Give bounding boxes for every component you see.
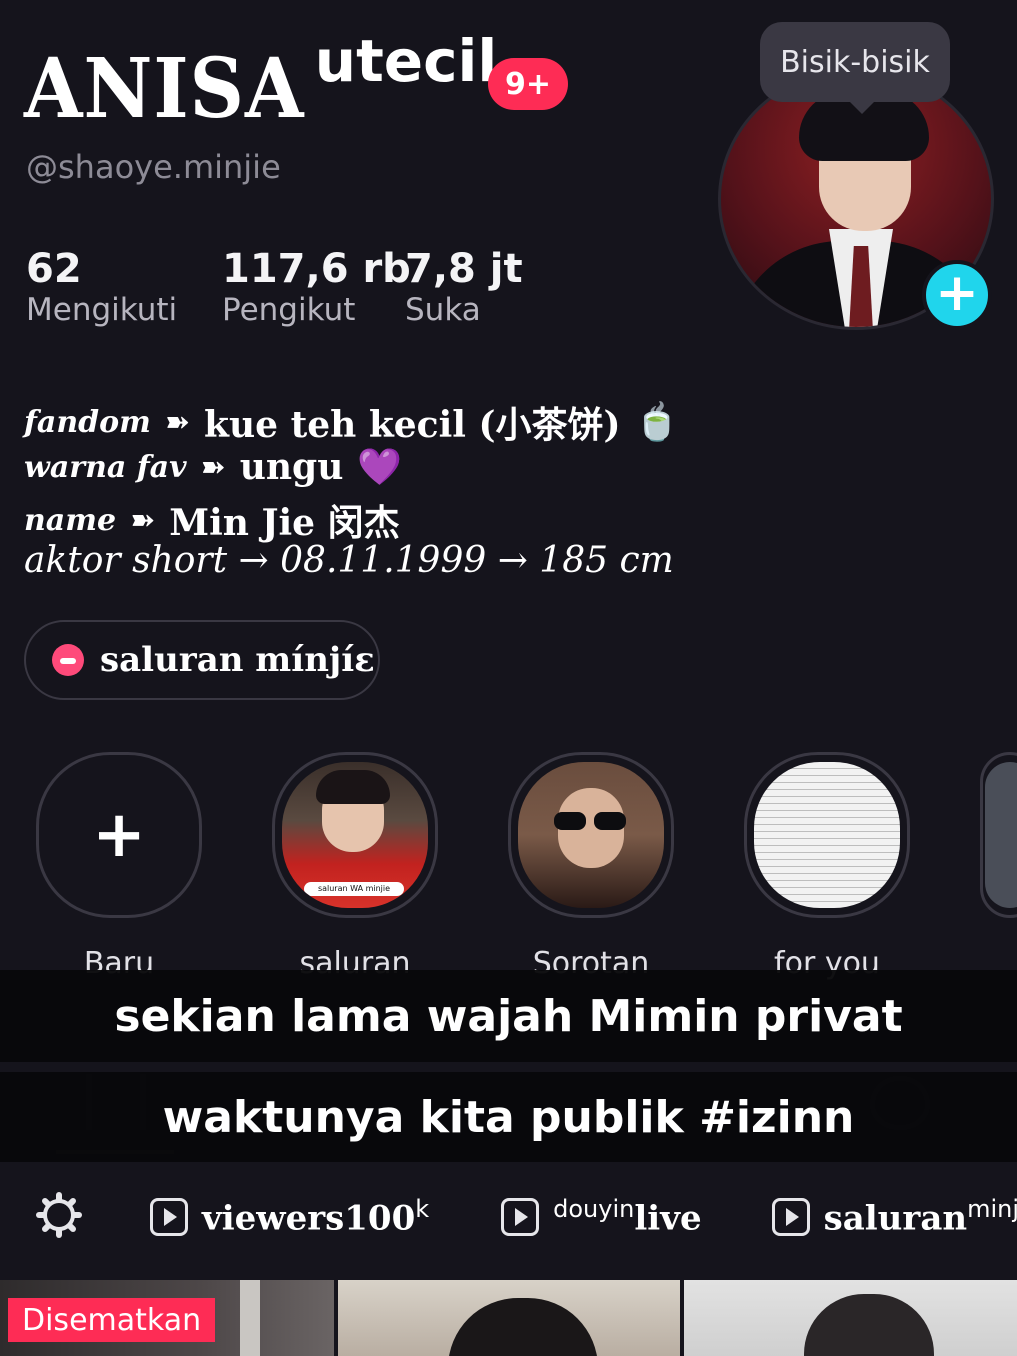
- highlight-new[interactable]: +: [36, 752, 202, 918]
- add-story-button[interactable]: +: [922, 260, 992, 330]
- stat-followers[interactable]: 117,6 rb Pengikut: [222, 246, 411, 328]
- playlist-viewers[interactable]: viewers100k: [150, 1195, 429, 1239]
- highlight-thumb: [754, 762, 900, 908]
- stat-likes-value: 7,8 jt: [405, 246, 523, 292]
- arrow-icon: ➽: [200, 449, 226, 485]
- highlight-saluran[interactable]: saluran WA minjie: [272, 752, 438, 918]
- channel-icon: [52, 644, 84, 676]
- playlist-name: saluran: [823, 1198, 968, 1239]
- arrow-icon: ➽: [164, 404, 191, 440]
- bio-line-fandom: fandom ➽ kue teh kecil (小茶饼) 🍵: [24, 396, 679, 448]
- profile-name: ANISA utecil: [24, 30, 497, 130]
- highlight-more[interactable]: [980, 752, 1017, 918]
- profile-handle: @shaoye.minjie: [26, 148, 281, 186]
- highlight-sorotan[interactable]: [508, 752, 674, 918]
- playlist-label: douyinlive: [553, 1195, 701, 1238]
- playlist-douyin[interactable]: douyinlive: [501, 1195, 702, 1239]
- profile-name-main: ANISA: [24, 41, 305, 137]
- subtitle-band-2: waktunya kita publik #izinn: [0, 1072, 1017, 1162]
- plus-icon: +: [92, 798, 146, 872]
- arrow-icon: ➽: [130, 502, 156, 538]
- channel-label: saluran mínjíε: [100, 640, 375, 680]
- bio-value: Min Jie 闵杰: [169, 502, 400, 544]
- play-icon: [150, 1197, 188, 1236]
- sunglasses-icon: [594, 812, 626, 830]
- thumb-frame: [240, 1280, 260, 1356]
- thumb-caption: saluran WA minjie: [304, 882, 404, 896]
- playlist-saluran[interactable]: saluranminjie: [771, 1195, 1017, 1239]
- playlist-sup: k: [415, 1195, 430, 1224]
- playlist-prefix: douyin: [553, 1195, 635, 1224]
- video-thumbnail[interactable]: [684, 1280, 1017, 1356]
- bio-value: ungu: [239, 446, 344, 488]
- highlight-foryou[interactable]: [744, 752, 910, 918]
- highlight-thumb: [985, 762, 1017, 908]
- pinned-badge: Disematkan: [8, 1298, 216, 1342]
- play-icon: [501, 1197, 540, 1236]
- stat-followers-label: Pengikut: [222, 292, 356, 328]
- plus-icon: +: [935, 263, 979, 323]
- channel-button[interactable]: saluran mínjíε: [24, 620, 380, 700]
- stat-following[interactable]: 62 Mengikuti: [26, 246, 177, 328]
- playlist-row: viewers100k douyinlive saluranminjie: [0, 1172, 1017, 1262]
- video-thumbnail[interactable]: [338, 1280, 680, 1356]
- bio-key: fandom: [24, 404, 151, 440]
- gear-icon: [36, 1192, 82, 1238]
- stat-following-value: 62: [26, 246, 82, 292]
- bio-key: warna fav: [24, 449, 187, 485]
- stat-likes-label: Suka: [405, 292, 481, 328]
- thumb-hair: [804, 1294, 934, 1356]
- tea-icon: 🍵: [634, 402, 680, 443]
- bio-key: name: [24, 502, 117, 538]
- subtitle-line-2: waktunya kita publik #izinn: [162, 1091, 855, 1143]
- bio-line-color: warna fav ➽ ungu 💜: [24, 446, 402, 488]
- profile-name-sup: utecil: [314, 27, 498, 95]
- stat-following-label: Mengikuti: [26, 292, 178, 328]
- purple-heart-icon: 💜: [357, 447, 403, 488]
- settings-gear-icon[interactable]: [36, 1192, 82, 1242]
- stat-likes[interactable]: 7,8 jt Suka: [405, 246, 523, 328]
- subtitle-line-1: sekian lama wajah Mimin privat: [114, 990, 903, 1042]
- stat-followers-value: 117,6 rb: [222, 246, 411, 292]
- subtitle-band-1: sekian lama wajah Mimin privat: [0, 970, 1017, 1062]
- playlist-label: viewers100k: [202, 1195, 429, 1238]
- whisper-bubble[interactable]: Bisik-bisik: [760, 22, 950, 102]
- playlist-name: viewers100: [202, 1198, 416, 1239]
- playlist-sup: minjie: [967, 1195, 1017, 1224]
- playlist-label: saluranminjie: [824, 1195, 1017, 1238]
- notification-badge[interactable]: 9+: [488, 58, 568, 110]
- playlist-name: live: [634, 1198, 702, 1239]
- bio-value: kue teh kecil (小茶饼): [204, 404, 621, 446]
- thumb-hair: [316, 770, 390, 804]
- bio-line-actor: aktor short → 08.11.1999 → 185 cm: [24, 540, 674, 581]
- play-icon: [771, 1197, 810, 1236]
- thumb-hair: [448, 1298, 598, 1356]
- highlight-thumb: saluran WA minjie: [282, 762, 428, 908]
- bio-line-name: name ➽ Min Jie 闵杰: [24, 494, 400, 546]
- highlight-thumb: [518, 762, 664, 908]
- whisper-bubble-tail: [848, 100, 876, 114]
- sunglasses-icon: [554, 812, 586, 830]
